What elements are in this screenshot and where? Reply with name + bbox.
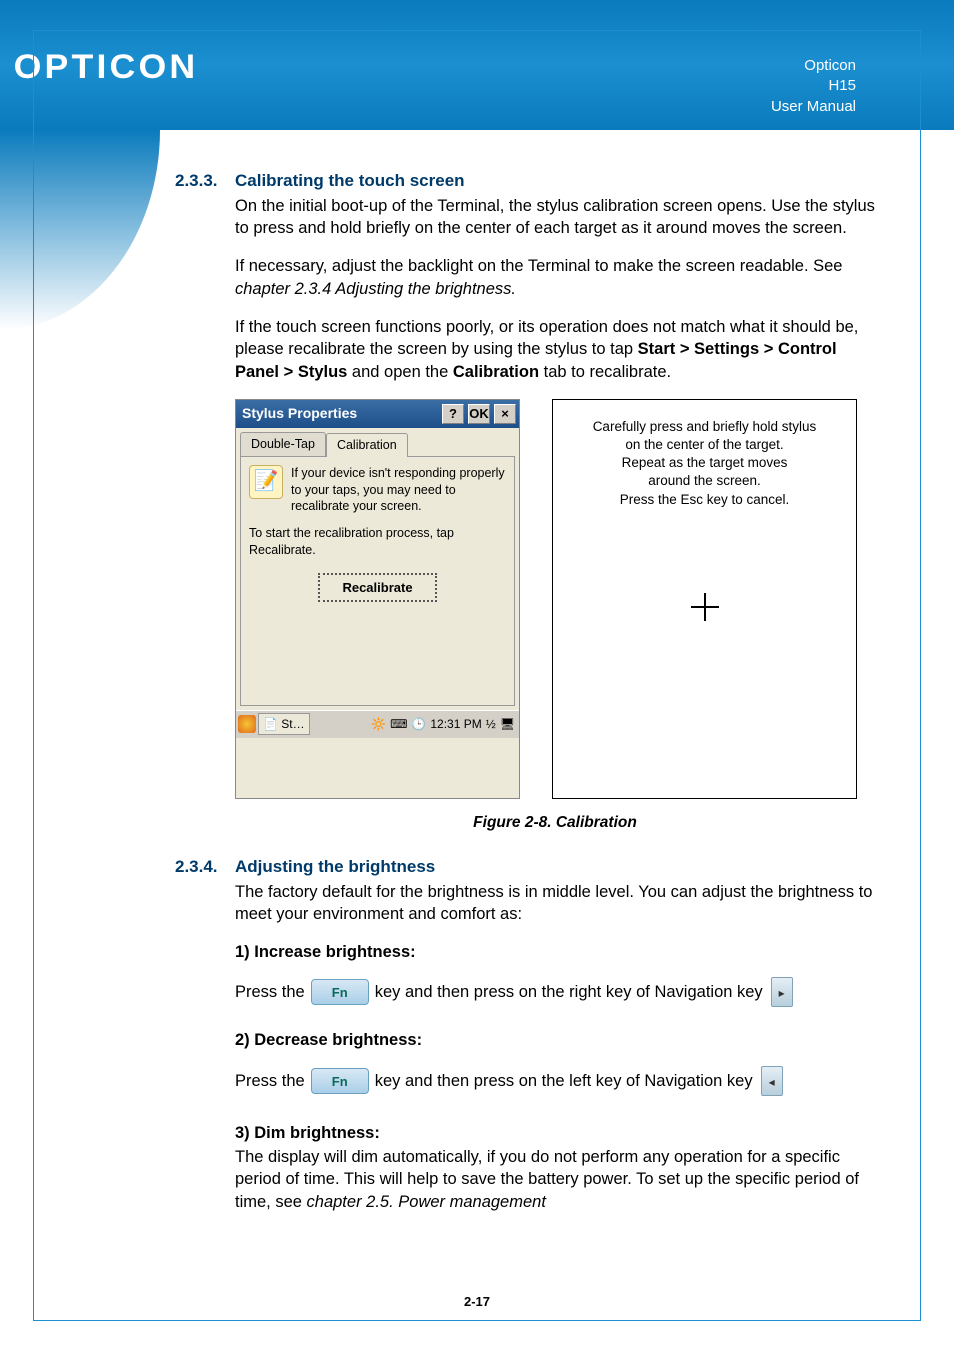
brand-logo: OPTICON bbox=[18, 48, 194, 87]
sub-3-body: The display will dim automatically, if y… bbox=[235, 1146, 875, 1213]
calib-line-1: Carefully press and briefly hold stylus bbox=[559, 418, 850, 436]
help-button[interactable]: ? bbox=[442, 404, 464, 424]
tray-icon-4[interactable]: ½ bbox=[486, 716, 496, 732]
sub-1-line: Press the Fn key and then press on the r… bbox=[235, 977, 875, 1007]
page-number: 2-17 bbox=[0, 1294, 954, 1309]
section-title-233: Calibrating the touch screen bbox=[235, 170, 465, 193]
window-title: Stylus Properties bbox=[242, 404, 438, 423]
tray-icon-5[interactable]: 🖥 bbox=[500, 716, 515, 732]
header-line-2: H15 bbox=[771, 76, 856, 96]
header-line-1: Opticon bbox=[771, 56, 856, 76]
tab-body: 📝 If your device isn't responding proper… bbox=[240, 456, 515, 706]
page-content: 2.3.3. Calibrating the touch screen On t… bbox=[175, 170, 875, 1213]
tray-icon-1[interactable]: 🔆 bbox=[371, 716, 386, 732]
section-number-234: 2.3.4. bbox=[175, 856, 235, 879]
taskbar: 📄 St… 🔆 ⌨ 🕒 12:31 PM ½ 🖥 bbox=[236, 710, 519, 738]
section-233-p3: If the touch screen functions poorly, or… bbox=[235, 316, 875, 383]
section-title-234: Adjusting the brightness bbox=[235, 856, 435, 879]
p2-text: If necessary, adjust the backlight on th… bbox=[235, 257, 843, 275]
calibration-target-screen: Carefully press and briefly hold stylus … bbox=[552, 399, 857, 799]
section-number-233: 2.3.3. bbox=[175, 170, 235, 193]
header-meta: Opticon H15 User Manual bbox=[771, 56, 856, 117]
hint-text: If your device isn't responding properly… bbox=[291, 465, 506, 516]
side-curve-decoration bbox=[0, 130, 160, 330]
tray-icon-3[interactable]: 🕒 bbox=[411, 716, 426, 732]
tab-strip: Double-Tap Calibration bbox=[236, 428, 519, 456]
start-text: To start the recalibration process, tap … bbox=[249, 525, 506, 559]
close-button[interactable]: × bbox=[494, 404, 516, 424]
stylus-properties-window: Stylus Properties ? OK × Double-Tap Cali… bbox=[235, 399, 520, 799]
calib-line-2: on the center of the target. bbox=[559, 436, 850, 454]
p2-ref: chapter 2.3.4 Adjusting the brightness. bbox=[235, 280, 516, 298]
fn-key-icon: Fn bbox=[311, 979, 369, 1005]
p3-d: Calibration bbox=[453, 363, 539, 381]
s2-a: Press the bbox=[235, 1070, 305, 1092]
sub-2-line: Press the Fn key and then press on the l… bbox=[235, 1066, 875, 1096]
fn-key-icon-2: Fn bbox=[311, 1068, 369, 1094]
tray-time: 12:31 PM bbox=[430, 716, 481, 732]
calib-line-3: Repeat as the target moves bbox=[559, 454, 850, 472]
titlebar: Stylus Properties ? OK × bbox=[236, 400, 519, 428]
start-icon[interactable] bbox=[238, 715, 256, 733]
s2-b: key and then press on the left key of Na… bbox=[375, 1070, 753, 1092]
p3-c: and open the bbox=[347, 363, 453, 381]
p3-e: tab to recalibrate. bbox=[539, 363, 671, 381]
sub-3-heading: 3) Dim brightness: bbox=[235, 1122, 875, 1144]
calib-line-4: around the screen. bbox=[559, 472, 850, 490]
s3-b: chapter 2.5. Power management bbox=[307, 1193, 546, 1211]
nav-right-key-icon: ▸ bbox=[771, 977, 793, 1007]
nav-left-key-icon: ◂ bbox=[761, 1066, 783, 1096]
s1-a: Press the bbox=[235, 981, 305, 1003]
header-bar: OPTICON Opticon H15 User Manual bbox=[0, 0, 954, 130]
tab-double-tap[interactable]: Double-Tap bbox=[240, 432, 326, 456]
section-234-intro: The factory default for the brightness i… bbox=[235, 881, 875, 926]
tab-calibration[interactable]: Calibration bbox=[326, 433, 408, 457]
section-233-p2: If necessary, adjust the backlight on th… bbox=[235, 255, 875, 300]
calib-line-5: Press the Esc key to cancel. bbox=[559, 491, 850, 509]
hint-icon: 📝 bbox=[249, 465, 283, 499]
recalibrate-button[interactable]: Recalibrate bbox=[318, 573, 436, 602]
section-233-p1: On the initial boot-up of the Terminal, … bbox=[235, 195, 875, 240]
tray-icon-2[interactable]: ⌨ bbox=[390, 716, 407, 732]
figure-caption: Figure 2-8. Calibration bbox=[235, 813, 875, 834]
ok-button[interactable]: OK bbox=[468, 404, 490, 424]
s1-b: key and then press on the right key of N… bbox=[375, 981, 763, 1003]
sub-2-heading: 2) Decrease brightness: bbox=[235, 1029, 875, 1051]
sub-1-heading: 1) Increase brightness: bbox=[235, 941, 875, 963]
taskbar-app[interactable]: 📄 St… bbox=[258, 713, 310, 735]
header-line-3: User Manual bbox=[771, 97, 856, 117]
